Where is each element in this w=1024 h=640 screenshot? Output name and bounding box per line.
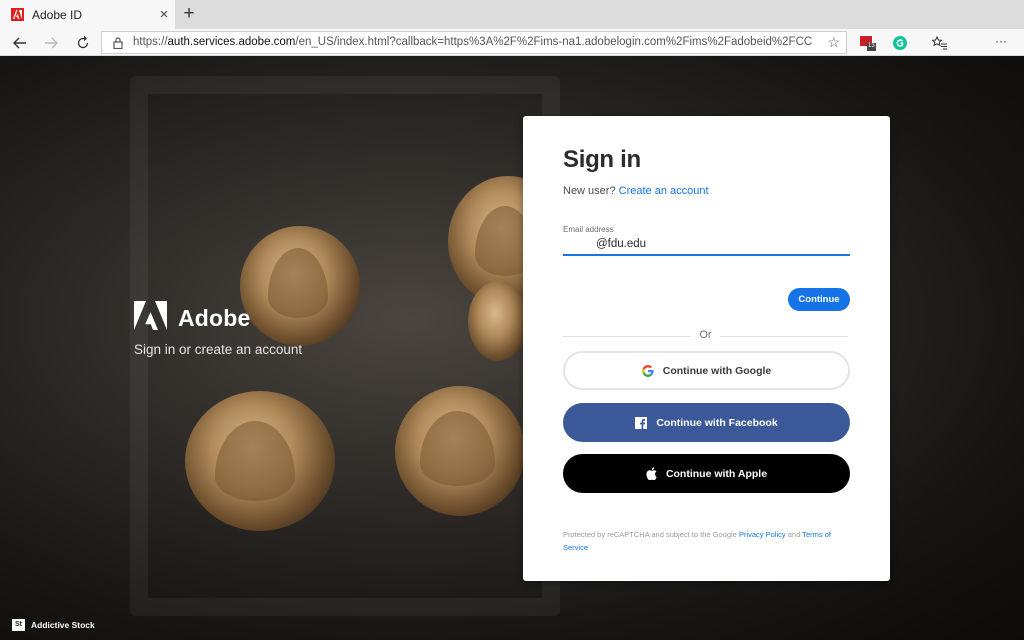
recaptcha-notice: Protected by reCAPTCHA and subject to th… [563, 528, 853, 554]
new-user-text: New user? [563, 185, 616, 197]
brand-tagline: Sign in or create an account [134, 342, 303, 357]
create-account-link[interactable]: Create an account [619, 185, 709, 197]
apple-icon [646, 467, 657, 480]
continue-button[interactable]: Continue [788, 288, 850, 311]
pastry-image [468, 281, 528, 361]
close-tab-icon[interactable]: × [153, 6, 175, 23]
back-arrow-icon[interactable] [9, 32, 31, 54]
browser-toolbar: https://auth.services.adobe.com/en_US/in… [0, 29, 1024, 56]
facebook-icon [635, 416, 648, 429]
stock-credit[interactable]: St Addictive Stock [12, 619, 95, 631]
facebook-label: Continue with Facebook [656, 416, 778, 429]
extension-badge: 13 [868, 43, 875, 49]
apple-label: Continue with Apple [665, 467, 768, 480]
new-tab-button[interactable]: + [178, 3, 200, 25]
or-divider: Or [563, 329, 848, 343]
refresh-icon[interactable] [72, 32, 94, 54]
favorites-list-icon[interactable] [931, 35, 948, 51]
adobe-logo-icon [134, 301, 167, 335]
favorite-star-icon[interactable]: ☆ [827, 34, 840, 51]
and-text: and [787, 530, 801, 539]
google-icon [641, 364, 654, 377]
url-text: https://auth.services.adobe.com/en_US/in… [133, 36, 813, 48]
browser-tab[interactable]: Adobe ID × [0, 0, 175, 29]
or-label: Or [699, 329, 712, 341]
lock-icon [113, 36, 123, 54]
grammarly-icon[interactable] [892, 35, 908, 51]
tab-title: Adobe ID [32, 7, 83, 22]
email-field[interactable]: @fdu.edu [563, 236, 850, 256]
forward-arrow-icon[interactable] [40, 32, 62, 54]
divider-line [720, 336, 848, 337]
address-bar[interactable]: https://auth.services.adobe.com/en_US/in… [101, 31, 847, 54]
stock-credit-label: Addictive Stock [31, 620, 95, 630]
brand-name: Adobe [178, 304, 251, 331]
tab-strip: Adobe ID × + [0, 0, 1024, 29]
google-label: Continue with Google [662, 364, 772, 377]
page-background: Adobe Sign in or create an account St Ad… [0, 56, 1024, 640]
continue-with-google-button[interactable]: Continue with Google [563, 351, 850, 390]
adobe-brand: Adobe Sign in or create an account [134, 301, 302, 357]
page-title: Sign in [563, 146, 641, 173]
privacy-policy-link[interactable]: Privacy Policy [739, 530, 786, 539]
new-user-line: New user? Create an account [563, 185, 709, 197]
signin-card: Sign in New user? Create an account Emai… [523, 116, 890, 581]
adobe-favicon-icon [11, 8, 24, 21]
continue-with-facebook-button[interactable]: Continue with Facebook [563, 403, 850, 442]
more-options-icon[interactable]: ··· [995, 34, 1011, 50]
adobe-stock-icon: St [12, 619, 25, 631]
email-label: Email address [563, 225, 614, 234]
extension-icon[interactable]: 13 [860, 35, 876, 51]
recaptcha-text: Protected by reCAPTCHA and subject to th… [563, 530, 737, 539]
continue-with-apple-button[interactable]: Continue with Apple [563, 454, 850, 493]
